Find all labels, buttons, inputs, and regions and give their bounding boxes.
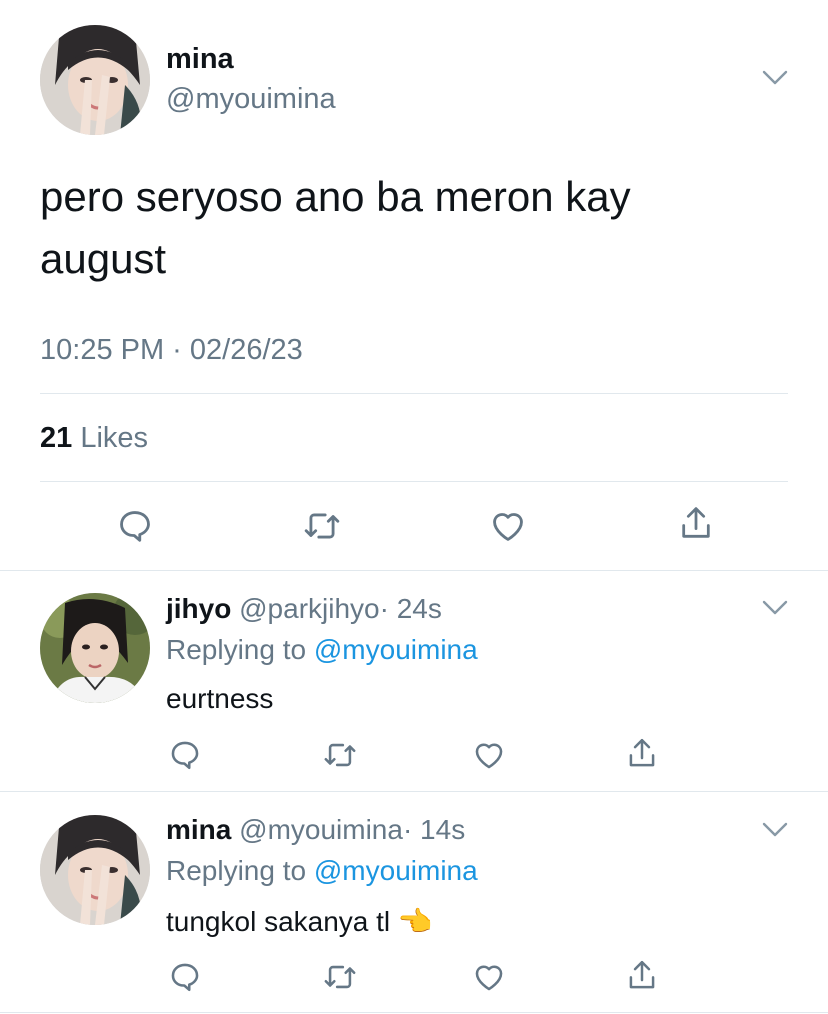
reply-author-avatar[interactable] bbox=[40, 593, 150, 703]
reply-icon[interactable] bbox=[116, 507, 154, 545]
divider bbox=[0, 1012, 828, 1013]
replying-to-line: Replying to @myouimina bbox=[166, 633, 478, 667]
divider bbox=[0, 570, 828, 571]
replying-to-prefix: Replying to bbox=[166, 634, 307, 665]
retweet-icon[interactable] bbox=[322, 960, 358, 994]
reply-author-handle[interactable]: @parkjihyo bbox=[239, 593, 379, 624]
reply-text: tungkol sakanya tl bbox=[166, 906, 391, 937]
main-tweet-timestamp: 10:25 PM · 02/26/23 bbox=[40, 334, 303, 366]
reply-time: · 24s bbox=[379, 593, 442, 624]
share-icon[interactable] bbox=[625, 736, 659, 772]
like-icon[interactable] bbox=[472, 960, 506, 994]
reply-author-avatar[interactable] bbox=[40, 815, 150, 925]
retweet-icon[interactable] bbox=[322, 738, 358, 772]
replying-to-link[interactable]: @myouimina bbox=[314, 855, 478, 886]
reply-header: jihyo @parkjihyo· 24s bbox=[166, 592, 442, 626]
replying-to-link[interactable]: @myouimina bbox=[314, 634, 478, 665]
likes-stat[interactable]: 21 Likes bbox=[40, 420, 148, 456]
reply-text-line: tungkol sakanya tl 👈 bbox=[166, 905, 433, 939]
divider bbox=[40, 393, 788, 394]
reply-author-name[interactable]: jihyo bbox=[166, 593, 231, 624]
chevron-down-icon[interactable] bbox=[762, 822, 788, 838]
likes-label: Likes bbox=[80, 422, 149, 454]
reply-author-name[interactable]: mina bbox=[166, 814, 231, 845]
reply-author-handle[interactable]: @myouimina bbox=[239, 814, 403, 845]
main-author-handle[interactable]: @myouimina bbox=[166, 82, 336, 116]
main-tweet-text-line2: august bbox=[40, 235, 167, 282]
reply-icon[interactable] bbox=[168, 738, 202, 772]
divider bbox=[0, 791, 828, 792]
share-icon[interactable] bbox=[677, 504, 715, 544]
share-icon[interactable] bbox=[625, 958, 659, 994]
reply-icon[interactable] bbox=[168, 960, 202, 994]
divider bbox=[40, 481, 788, 482]
reply-text: eurtness bbox=[166, 683, 274, 714]
likes-count: 21 bbox=[40, 422, 73, 454]
reply-header: mina @myouimina· 14s bbox=[166, 813, 465, 847]
pointing-left-emoji: 👈 bbox=[397, 906, 433, 937]
like-icon[interactable] bbox=[472, 738, 506, 772]
chevron-down-icon[interactable] bbox=[762, 70, 788, 86]
main-author-avatar[interactable] bbox=[40, 25, 150, 135]
retweet-icon[interactable] bbox=[302, 507, 342, 545]
chevron-down-icon[interactable] bbox=[762, 600, 788, 616]
main-author-name[interactable]: mina bbox=[166, 42, 234, 76]
like-icon[interactable] bbox=[489, 507, 527, 545]
replying-to-line: Replying to @myouimina bbox=[166, 854, 478, 888]
reply-time: · 14s bbox=[402, 814, 466, 845]
replying-to-prefix: Replying to bbox=[166, 855, 307, 886]
main-tweet-text-line1: pero seryoso ano ba meron kay bbox=[40, 173, 631, 220]
